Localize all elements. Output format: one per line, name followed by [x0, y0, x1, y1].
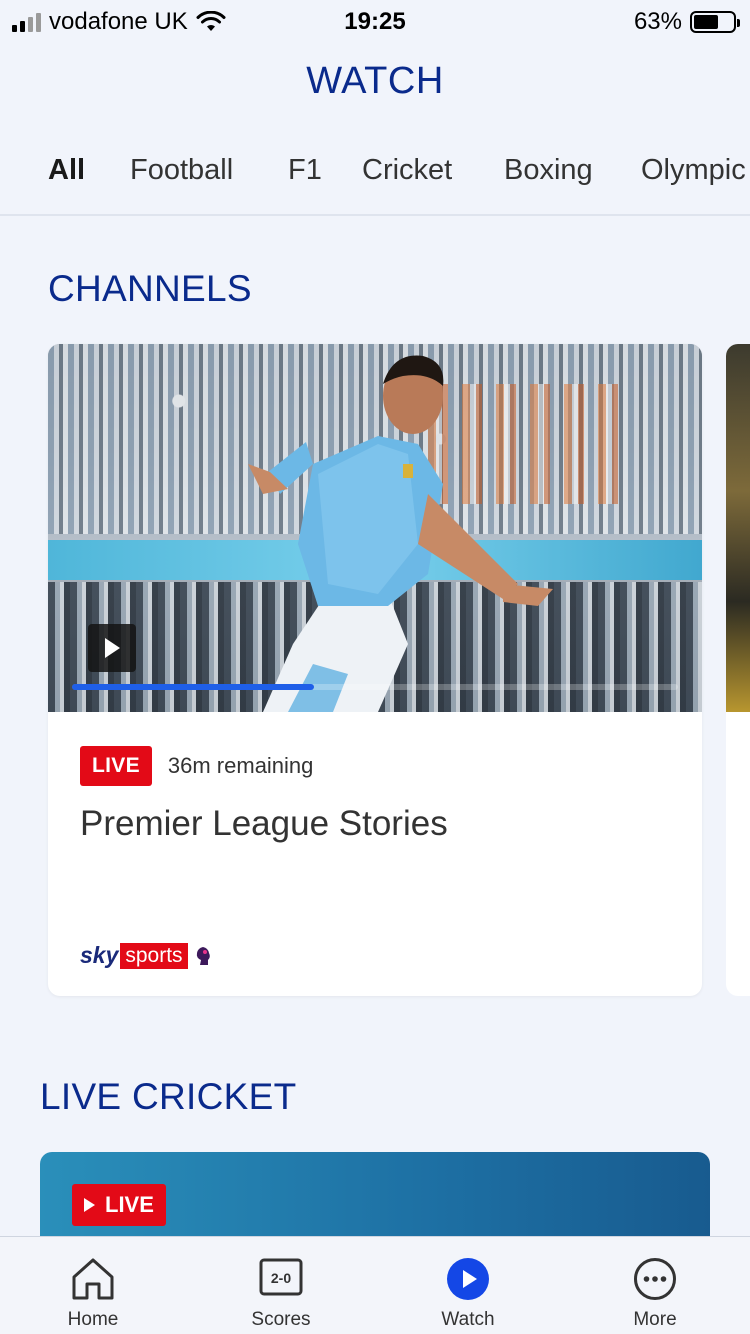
tab-cricket[interactable]: Cricket	[362, 154, 452, 214]
nav-more[interactable]: More	[580, 1237, 730, 1334]
play-icon	[84, 1198, 95, 1212]
next-channel-thumbnail	[726, 344, 750, 712]
brand-sky: sky	[80, 942, 119, 968]
programme-title: Premier League Stories	[80, 804, 448, 843]
tab-football[interactable]: Football	[130, 154, 233, 214]
channel-card[interactable]: LIVE 36m remaining Premier League Storie…	[48, 344, 702, 996]
more-icon	[634, 1258, 676, 1300]
home-icon	[72, 1258, 114, 1300]
nav-home[interactable]: Home	[18, 1237, 168, 1334]
play-icon	[105, 638, 120, 658]
channel-logo: sky sports	[80, 942, 212, 969]
premier-league-icon	[196, 946, 210, 965]
progress-bar	[72, 684, 678, 690]
brand-sports: sports	[120, 942, 188, 969]
next-channel-card[interactable]	[726, 344, 750, 996]
nav-watch[interactable]: Watch	[393, 1237, 543, 1334]
nav-more-label: More	[633, 1309, 677, 1330]
sport-tabs: All Football F1 Cricket Boxing Olympic	[0, 140, 750, 216]
battery-percentage: 63%	[633, 8, 682, 35]
scores-icon-text: 2-0	[271, 1270, 291, 1286]
nav-watch-label: Watch	[441, 1309, 495, 1330]
tab-boxing[interactable]: Boxing	[504, 154, 593, 214]
channel-meta: LIVE 36m remaining	[80, 746, 313, 786]
cricket-live-label: LIVE	[105, 1192, 154, 1217]
play-button[interactable]	[88, 624, 136, 672]
channels-heading: CHANNELS	[48, 268, 252, 309]
tab-f1[interactable]: F1	[288, 154, 322, 214]
bottom-nav: Home 2-0 Scores Watch More	[0, 1236, 750, 1334]
status-bar: vodafone UK 19:25 63%	[0, 0, 750, 42]
live-cricket-heading: LIVE CRICKET	[40, 1076, 297, 1117]
nav-home-label: Home	[67, 1309, 119, 1330]
progress-fill	[72, 684, 315, 690]
page-title: WATCH	[306, 60, 444, 102]
nav-scores[interactable]: 2-0 Scores	[206, 1237, 356, 1334]
player-image	[248, 355, 553, 712]
scores-icon: 2-0	[259, 1258, 303, 1296]
time-remaining: 36m remaining	[167, 753, 314, 778]
play-circle-icon	[447, 1258, 489, 1300]
cricket-live-badge: LIVE	[72, 1184, 166, 1226]
tab-olympic[interactable]: Olympic	[641, 154, 746, 214]
tab-all[interactable]: All	[48, 154, 85, 214]
live-badge: LIVE	[80, 746, 152, 786]
channel-thumbnail[interactable]	[48, 344, 702, 712]
battery-level	[694, 15, 718, 29]
battery-icon	[690, 11, 740, 33]
status-right: 63%	[633, 8, 740, 36]
nav-scores-label: Scores	[251, 1309, 311, 1330]
